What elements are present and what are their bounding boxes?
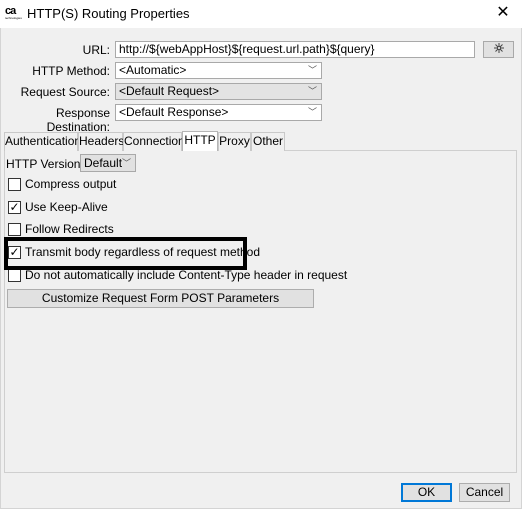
response-destination-label: Response Destination: — [46, 106, 110, 134]
chevron-down-icon: ﹀ — [121, 158, 131, 168]
url-input[interactable]: http://${webAppHost}${request.url.path}$… — [115, 41, 475, 58]
http-method-label: HTTP Method: — [32, 64, 110, 78]
no-content-type-label: Do not automatically include Content-Typ… — [25, 268, 348, 282]
tab-http[interactable]: HTTP — [182, 131, 218, 151]
chevron-down-icon: ﹀ — [307, 86, 317, 96]
request-source-value: <Default Request> — [119, 84, 220, 98]
app-logo: ca technologies — [5, 6, 23, 21]
keep-alive-label: Use Keep-Alive — [25, 200, 108, 214]
tab-headers[interactable]: Headers — [78, 132, 124, 151]
ok-button[interactable]: OK — [401, 483, 452, 502]
url-label: URL: — [82, 43, 110, 57]
follow-redirects-checkbox[interactable] — [8, 223, 21, 236]
tab-authentication[interactable]: Authentication — [4, 132, 81, 151]
request-source-label: Request Source: — [20, 85, 110, 99]
chevron-down-icon: ﹀ — [307, 65, 317, 75]
keep-alive-checkbox[interactable]: ✓ — [8, 201, 21, 214]
http-method-select[interactable]: <Automatic> ﹀ — [115, 62, 322, 79]
customize-post-params-button[interactable]: Customize Request Form POST Parameters — [7, 289, 314, 308]
http-tab-panel — [4, 150, 517, 473]
window-title: HTTP(S) Routing Properties — [27, 6, 190, 21]
http-version-value: Default — [84, 156, 123, 170]
follow-redirects-label: Follow Redirects — [25, 222, 114, 236]
http-method-value: <Automatic> — [119, 63, 187, 77]
wand-icon[interactable] — [483, 41, 514, 58]
logo-subtext: technologies — [5, 16, 22, 20]
no-content-type-checkbox[interactable] — [8, 269, 21, 282]
chevron-down-icon: ﹀ — [307, 107, 317, 117]
tab-connection[interactable]: Connection — [123, 132, 185, 151]
title-bar: ca technologies HTTP(S) Routing Properti… — [0, 0, 522, 28]
close-icon[interactable]: ✕ — [492, 3, 514, 23]
transmit-body-checkbox[interactable]: ✓ — [8, 246, 21, 259]
response-destination-select[interactable]: <Default Response> ﹀ — [115, 104, 322, 121]
compress-output-checkbox[interactable] — [8, 178, 21, 191]
response-destination-value: <Default Response> — [119, 105, 229, 119]
cancel-button[interactable]: Cancel — [459, 483, 510, 502]
transmit-body-label: Transmit body regardless of request meth… — [25, 245, 261, 259]
http-version-label: HTTP Version: — [6, 157, 84, 171]
http-version-select[interactable]: Default ﹀ — [80, 154, 136, 172]
tab-other[interactable]: Other — [251, 132, 285, 151]
tab-proxy[interactable]: Proxy — [218, 132, 251, 151]
wand-icon-graphic — [493, 43, 504, 53]
compress-output-label: Compress output — [25, 177, 117, 191]
request-source-select[interactable]: <Default Request> ﹀ — [115, 83, 322, 100]
